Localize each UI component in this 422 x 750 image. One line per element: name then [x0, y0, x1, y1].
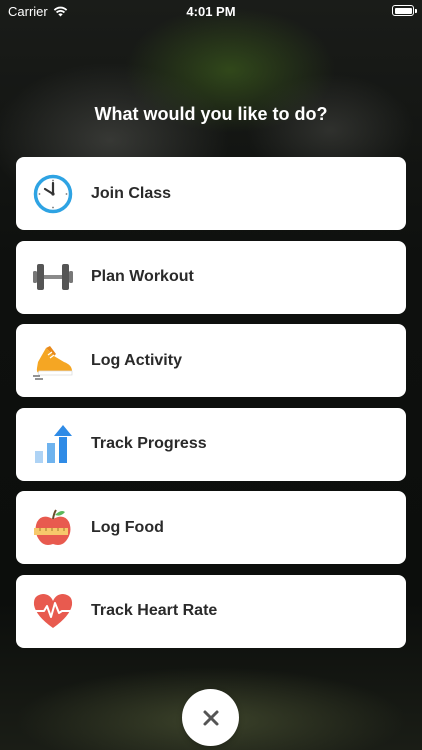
close-button[interactable] — [182, 689, 239, 746]
sneaker-icon — [32, 340, 74, 382]
heart-rate-icon — [32, 590, 74, 632]
log-activity-button[interactable]: Log Activity — [16, 324, 406, 397]
join-class-label: Join Class — [91, 184, 172, 202]
progress-chart-icon — [32, 423, 74, 465]
action-menu: Join Class Plan Workout Log Activity Tra… — [16, 157, 406, 658]
track-progress-label: Track Progress — [91, 435, 207, 452]
log-activity-label: Log Activity — [91, 351, 182, 369]
status-bar: Carrier 4:01 PM — [0, 0, 422, 22]
plan-workout-label: Plan Workout — [91, 268, 194, 285]
log-food-label: Log Food — [91, 518, 164, 536]
track-heart-rate-button[interactable]: Track Heart Rate — [16, 574, 406, 648]
plan-workout-button[interactable]: Plan Workout — [16, 240, 406, 314]
join-class-button[interactable]: Join Class — [16, 157, 406, 230]
close-icon — [203, 710, 218, 725]
page-title: What would you like to do? — [94, 104, 328, 124]
clock-icon — [32, 173, 74, 215]
track-heart-rate-label: Track Heart Rate — [91, 602, 218, 619]
track-progress-button[interactable]: Track Progress — [16, 407, 406, 481]
apple-icon — [32, 507, 74, 549]
battery-icon — [392, 5, 417, 16]
clock-time: 4:01 PM — [186, 4, 236, 19]
dumbbell-icon — [32, 256, 74, 298]
log-food-button[interactable]: Log Food — [16, 491, 406, 564]
